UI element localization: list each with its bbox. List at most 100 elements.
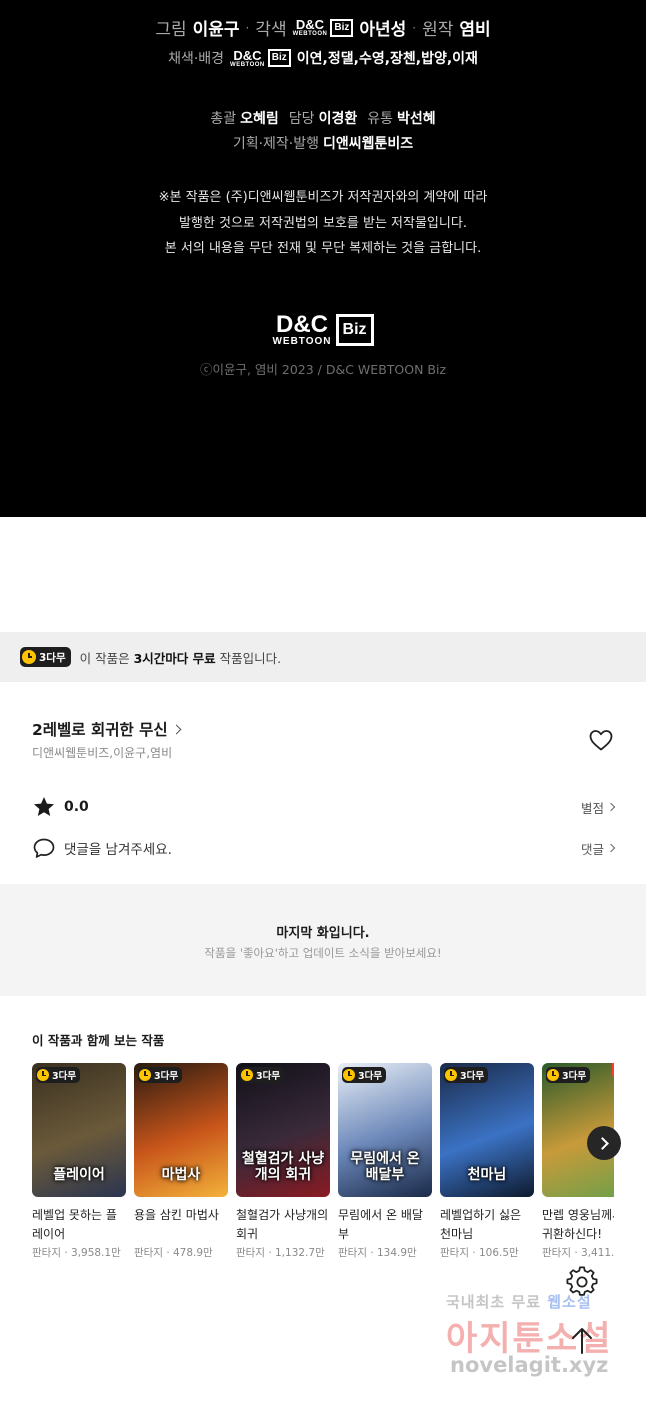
- recommendation-card[interactable]: 3다무 철혈검가 사냥개의 회귀 철혈검가 사냥개의 회귀 판타지 · 1,132.7…: [236, 1063, 330, 1260]
- meta-separator: ·: [264, 1247, 275, 1259]
- original-label: 원작: [422, 20, 454, 40]
- original-name: 염비: [459, 20, 491, 40]
- logo-sub-text: WEBTOON: [292, 31, 328, 37]
- chevron-right-icon: [606, 802, 616, 812]
- card-title: 만렙 영웅님께서 귀환하신다!: [542, 1208, 614, 1241]
- wait-free-badge: 3다무: [240, 1067, 285, 1083]
- recommendation-card[interactable]: 3다무 무림에서 온 배달부 무림에서 온 배달부 판타지 · 134.9만: [338, 1063, 432, 1260]
- comment-row[interactable]: 댓글을 남겨주세요. 댓글: [32, 835, 616, 861]
- clock-icon: [241, 1069, 253, 1081]
- rating-value: 0.0: [64, 799, 89, 815]
- card-genre: 판타지: [440, 1247, 469, 1259]
- coloring-names: 이연,정댈,수영,장첸,밥양,이재: [296, 51, 478, 67]
- scroll-to-top-icon[interactable]: [568, 1326, 596, 1356]
- card-title: 철혈검가 사냥개의 회귀: [236, 1208, 329, 1241]
- heart-icon[interactable]: [588, 728, 614, 752]
- supervise-name: 오혜림: [240, 111, 279, 127]
- credits-line-main: 그림 이윤구 · 각색 D&C WEBTOON Biz 아년성 · 원작 염비: [0, 15, 646, 40]
- coloring-label: 채색·배경: [168, 51, 225, 67]
- clock-icon: [139, 1069, 151, 1081]
- work-info: 2레벨로 회귀한 무신 디앤씨웹툰비즈,이윤구,염비 0.0 별점 댓글을 남겨…: [0, 682, 646, 884]
- card-genre: 판타지: [134, 1247, 163, 1259]
- chevron-right-icon: [606, 843, 616, 853]
- badge-label: 3다무: [460, 1071, 485, 1082]
- production-name: 디앤씨웹툰비즈: [323, 136, 414, 152]
- logo-main-text: D&C: [275, 311, 328, 338]
- clock-icon: [37, 1069, 49, 1081]
- credits-line-production: 기획·제작·발행 디앤씨웹툰비즈: [0, 133, 646, 153]
- free-text-bold: 3시간마다 무료: [133, 650, 216, 666]
- copyright-notice-line: 본 서의 내용을 무단 전재 및 무단 복제하는 것을 금합니다.: [164, 241, 482, 256]
- card-views: 3,958.1만: [71, 1247, 121, 1259]
- wait-free-badge: 3다무: [444, 1067, 489, 1083]
- dc-webtoon-biz-logo: D&C WEBTOON Biz: [293, 18, 354, 37]
- logo-main-text: D&C: [295, 17, 325, 32]
- card-title: 레벨업하기 싫은 천마님: [440, 1208, 522, 1241]
- card-views: 478.9만: [173, 1247, 213, 1259]
- logo-sub-text: WEBTOON: [272, 336, 332, 347]
- credits-section: 그림 이윤구 · 각색 D&C WEBTOON Biz 아년성 · 원작 염비 …: [0, 0, 646, 517]
- card-views: 106.5만: [479, 1247, 519, 1259]
- badge-label: 3다무: [154, 1071, 179, 1082]
- carousel-next-button[interactable]: [587, 1126, 621, 1160]
- recommendation-card[interactable]: 3다무 천마님레벨업하기 싫은 천마님판타지 · 106.5만: [440, 1063, 534, 1260]
- chevron-right-icon: [171, 724, 182, 734]
- clock-icon: [547, 1069, 559, 1081]
- badge-label: 3다무: [39, 651, 66, 664]
- production-label: 기획·제작·발행: [232, 136, 319, 152]
- comment-link-label: 댓글: [580, 841, 604, 857]
- badge-label: 3다무: [256, 1071, 281, 1082]
- dc-webtoon-biz-logo: D&C WEBTOON Biz: [230, 49, 291, 68]
- manager-label: 담당: [288, 111, 315, 127]
- adapt-name: 아년성: [359, 20, 407, 40]
- credits-line-coloring: 채색·배경 D&C WEBTOON Biz 이연,정댈,수영,장첸,밥양,이재: [0, 48, 646, 68]
- card-meta: 판타지 · 3,958.1만: [32, 1245, 126, 1260]
- chevron-right-icon: [596, 1136, 609, 1150]
- recommendation-card[interactable]: 3다무마법사용을 삼킨 마법사판타지 · 478.9만: [134, 1063, 228, 1260]
- card-views: 3,411.5: [581, 1247, 614, 1259]
- recommendation-card[interactable]: 3다무 플레이어 레벨업 못하는 플레이어 판타지 · 3,958.1만: [32, 1063, 126, 1260]
- recommendations-heading: 이 작품과 함께 보는 작품: [32, 1033, 165, 1048]
- card-meta: 판타지 · 3,411.5: [542, 1245, 614, 1260]
- card-meta: 판타지 · 478.9만: [134, 1245, 228, 1260]
- card-genre: 판타지: [32, 1247, 61, 1259]
- card-title: 용을 삼킨 마법사: [134, 1208, 219, 1222]
- comment-link[interactable]: 댓글: [580, 839, 616, 858]
- gear-icon[interactable]: [566, 1266, 598, 1298]
- card-views: 134.9만: [377, 1247, 417, 1259]
- meta-separator: ·: [468, 1247, 479, 1259]
- card-meta: 판타지 · 134.9만: [338, 1245, 432, 1260]
- copyright-notice-line: 발행한 것으로 저작권법의 보호를 받는 저작물입니다.: [179, 216, 467, 231]
- free-text-prefix: 이 작품은: [79, 650, 134, 666]
- card-genre: 판타지: [236, 1247, 265, 1259]
- separator-dot: ·: [245, 20, 250, 35]
- logo-biz-text: Biz: [267, 49, 291, 67]
- dc-webtoon-biz-logo: D&C WEBTOON Biz: [272, 311, 374, 347]
- wait-free-badge: 3다무: [342, 1067, 387, 1083]
- cover-thumbnail: 3다무 천마님: [440, 1063, 534, 1197]
- manager-name: 이경환: [318, 111, 358, 127]
- recommendation-card[interactable]: 3다무 UP 만렙 영웅님께서 귀환하신다! 판타지 · 3,411.5: [542, 1063, 614, 1260]
- card-genre: 판타지: [338, 1247, 367, 1259]
- free-banner: 3다무 이 작품은 3시간마다 무료 작품입니다.: [0, 632, 646, 682]
- cover-title-art: 철혈검가 사냥개의 회귀: [241, 1151, 325, 1183]
- watermark: 국내최초 무료 웹소설 아지툰소설 novelagit.xyz: [446, 1291, 636, 1383]
- work-title-link[interactable]: 2레벨로 회귀한 무신: [32, 718, 182, 740]
- distribution-name: 박선혜: [396, 111, 436, 127]
- card-title: 무림에서 온 배달부: [338, 1208, 423, 1241]
- wait-free-badge: 3다무: [36, 1067, 81, 1083]
- cover-thumbnail: 3다무마법사: [134, 1063, 228, 1197]
- card-views: 1,132.7만: [275, 1247, 325, 1259]
- cover-title-art: 무림에서 온 배달부: [350, 1151, 420, 1183]
- separator-dot: ·: [412, 20, 417, 35]
- last-episode-title: 마지막 화입니다.: [276, 926, 370, 941]
- cover-title-art: 마법사: [161, 1166, 201, 1183]
- card-meta: 판타지 · 1,132.7만: [236, 1245, 330, 1260]
- badge-label: 3다무: [562, 1071, 587, 1082]
- logo-biz-text: Biz: [330, 18, 354, 37]
- rating-link[interactable]: 별점: [581, 798, 616, 817]
- cover-thumbnail: 3다무철혈검가 사냥개의 회귀: [236, 1063, 330, 1197]
- logo-main-text: D&C: [233, 47, 262, 63]
- art-name: 이윤구: [192, 20, 240, 40]
- work-title: 2레벨로 회귀한 무신: [32, 721, 168, 739]
